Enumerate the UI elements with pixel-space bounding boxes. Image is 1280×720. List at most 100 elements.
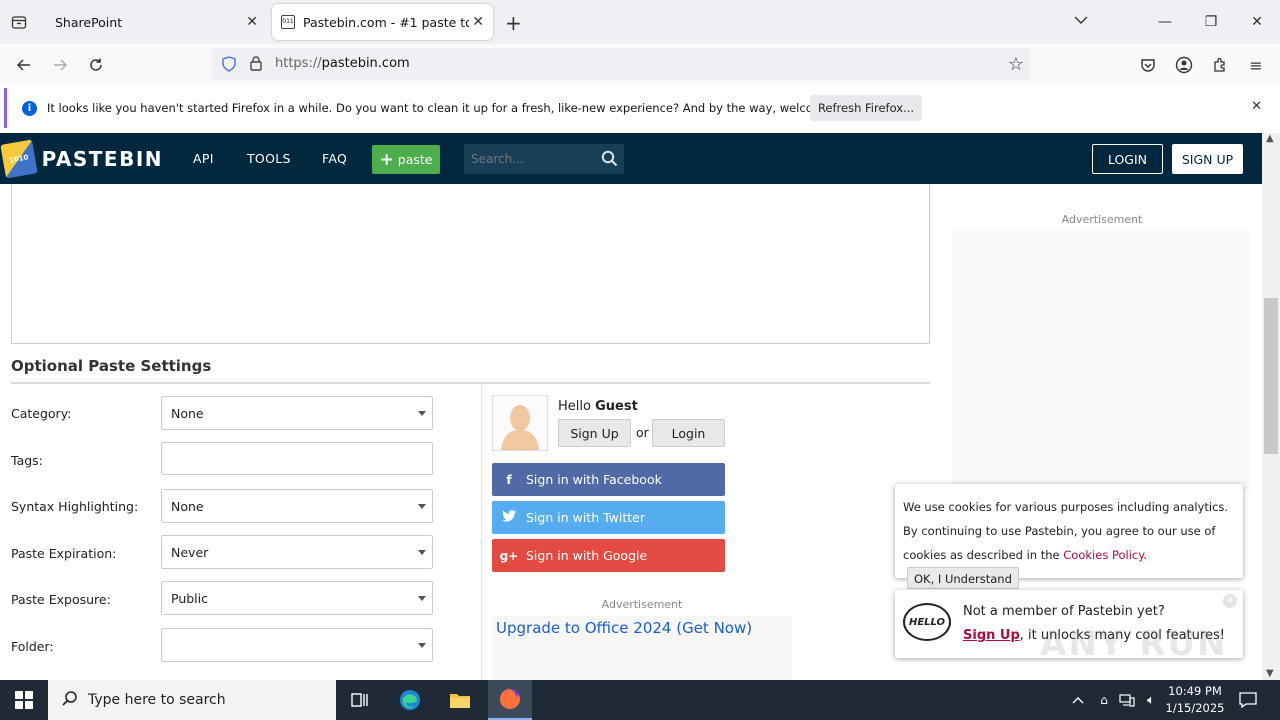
or-text: or (636, 425, 649, 440)
google-signin-button[interactable]: g+ Sign in with Google (492, 539, 725, 572)
paste-button-label: paste (397, 152, 433, 167)
cookie-accept-button[interactable]: OK, I Understand (907, 567, 1019, 589)
file-explorer-icon[interactable] (440, 680, 480, 720)
clock-date: 1/15/2025 (1165, 701, 1225, 715)
settings-heading: Optional Paste Settings (11, 357, 212, 375)
twitter-signin-button[interactable]: Sign in with Twitter (492, 501, 725, 534)
advertisement-link[interactable]: Upgrade to Office 2024 (Get Now) (496, 619, 752, 637)
tab-sharepoint[interactable]: SharePoint ✕ (44, 0, 268, 44)
pastebin-logo[interactable]: 1010 PASTEBIN (0, 138, 163, 179)
guest-signup-button[interactable]: Sign Up (558, 419, 631, 447)
close-popup-icon[interactable]: ✕ (1223, 594, 1237, 608)
guest-login-button[interactable]: Login (652, 419, 725, 447)
nav-api[interactable]: API (193, 133, 214, 184)
advertisement-box: Upgrade to Office 2024 (Get Now) (492, 616, 792, 680)
bookmark-star-icon[interactable]: ☆ (1008, 54, 1024, 75)
exposure-value: Public (171, 590, 208, 606)
scroll-down-arrow-icon[interactable]: ▼ (1266, 668, 1274, 679)
dropdown-arrow-icon (418, 550, 426, 555)
browser-nav-bar: https://pastebin.com ☆ ≡ (0, 44, 1280, 86)
show-hidden-icons-chevron-icon[interactable] (1068, 680, 1088, 720)
pastebin-header: 1010 PASTEBIN API TOOLS FAQ + paste LOGI… (0, 133, 1262, 184)
meet-now-icon[interactable]: ⌂ (1094, 680, 1114, 720)
edge-icon[interactable] (390, 680, 430, 720)
nav-tools[interactable]: TOOLS (247, 133, 291, 184)
guest-name: Guest (595, 399, 638, 414)
twitter-icon (492, 510, 526, 525)
dropdown-arrow-icon (418, 504, 426, 509)
member-question: Not a member of Pastebin yet? (963, 604, 1165, 619)
scrollbar-thumb[interactable] (1264, 298, 1278, 454)
cookie-banner: We use cookies for various purposes incl… (895, 484, 1243, 589)
close-tab-icon[interactable]: ✕ (246, 14, 258, 30)
paste-textarea[interactable] (11, 184, 930, 344)
close-notification-icon[interactable]: ✕ (1251, 99, 1262, 114)
taskbar-search-box[interactable]: Type here to search (48, 680, 336, 720)
notification-message: It looks like you haven't started Firefo… (47, 101, 867, 115)
expiration-select[interactable]: Never (161, 535, 433, 569)
search-icon[interactable] (601, 150, 618, 171)
refresh-firefox-button[interactable]: Refresh Firefox... (810, 95, 922, 121)
new-tab-icon[interactable]: + (505, 11, 522, 35)
cookie-text: We use cookies for various purposes incl… (903, 495, 1239, 591)
task-view-icon[interactable] (340, 680, 380, 720)
firefox-notification-bar: i It looks like you haven't started Fire… (4, 88, 1276, 128)
clock[interactable]: 10:49 PM 1/15/2025 (1164, 683, 1226, 717)
dropdown-arrow-icon (418, 643, 426, 648)
tracking-shield-icon[interactable] (221, 56, 237, 76)
account-icon[interactable] (1172, 54, 1196, 76)
tags-input[interactable] (161, 442, 433, 475)
sidebar-advertisement-label: Advertisement (1061, 213, 1143, 226)
login-button[interactable]: LOGIN (1092, 144, 1163, 174)
hello-guest: Hello Guest (558, 399, 638, 414)
firefox-taskbar-icon[interactable] (488, 680, 532, 720)
expiration-label: Paste Expiration: (11, 546, 117, 561)
pastebin-favicon-icon: 011 (281, 15, 295, 29)
network-icon[interactable] (1116, 680, 1138, 720)
close-tab-icon[interactable]: ✕ (472, 14, 484, 30)
facebook-signin-button[interactable]: f Sign in with Facebook (492, 463, 725, 496)
new-paste-button[interactable]: + paste (372, 145, 440, 174)
settings-divider (11, 382, 930, 384)
signup-button[interactable]: SIGN UP (1172, 144, 1243, 174)
notifications-icon[interactable] (1232, 680, 1264, 720)
extensions-icon[interactable] (1208, 54, 1232, 76)
list-tabs-chevron-icon[interactable] (1073, 12, 1089, 32)
category-select[interactable]: None (161, 396, 433, 430)
cookies-policy-link[interactable]: Cookies Policy (1063, 548, 1143, 562)
menu-icon[interactable]: ≡ (1244, 54, 1268, 76)
tab-title: Pastebin.com - #1 paste tool si (303, 14, 469, 30)
folder-select[interactable] (161, 628, 433, 662)
lock-icon[interactable] (249, 55, 263, 75)
exposure-label: Paste Exposure: (11, 592, 111, 607)
category-label: Category: (11, 406, 72, 421)
advertisement-label: Advertisement (601, 598, 683, 611)
back-icon[interactable] (12, 54, 36, 76)
pocket-icon[interactable] (1136, 54, 1160, 76)
restore-icon[interactable]: ❐ (1188, 0, 1234, 44)
reload-icon[interactable] (84, 54, 108, 76)
sidebar-advertisement-box (952, 231, 1250, 491)
minimize-icon[interactable]: — (1142, 0, 1188, 44)
scroll-up-arrow-icon[interactable]: ▲ (1266, 133, 1274, 144)
member-signup-link[interactable]: Sign Up (963, 628, 1020, 643)
tab-pastebin[interactable]: 011 Pastebin.com - #1 paste tool si ✕ (272, 4, 493, 40)
start-button[interactable] (0, 680, 48, 720)
site-search-input[interactable] (464, 144, 594, 174)
twitter-label: Sign in with Twitter (526, 510, 645, 525)
tab-overview-icon[interactable] (10, 13, 28, 31)
info-icon: i (22, 100, 37, 116)
taskbar-search-placeholder: Type here to search (88, 692, 226, 708)
tab-title: SharePoint (55, 14, 123, 30)
close-window-icon[interactable]: ✕ (1234, 0, 1280, 44)
nav-faq[interactable]: FAQ (322, 133, 347, 184)
hello-badge-icon: HELLO (903, 603, 951, 641)
forward-icon[interactable] (48, 54, 72, 76)
volume-icon[interactable]: 🔈︎ (1140, 680, 1162, 720)
url-bar[interactable]: https://pastebin.com ☆ (212, 48, 1030, 80)
syntax-select[interactable]: None (161, 489, 433, 523)
site-search (464, 144, 624, 174)
page-scrollbar[interactable]: ▲ ▼ (1262, 133, 1280, 680)
exposure-select[interactable]: Public (161, 581, 433, 615)
clock-time: 10:49 PM (1168, 684, 1222, 698)
